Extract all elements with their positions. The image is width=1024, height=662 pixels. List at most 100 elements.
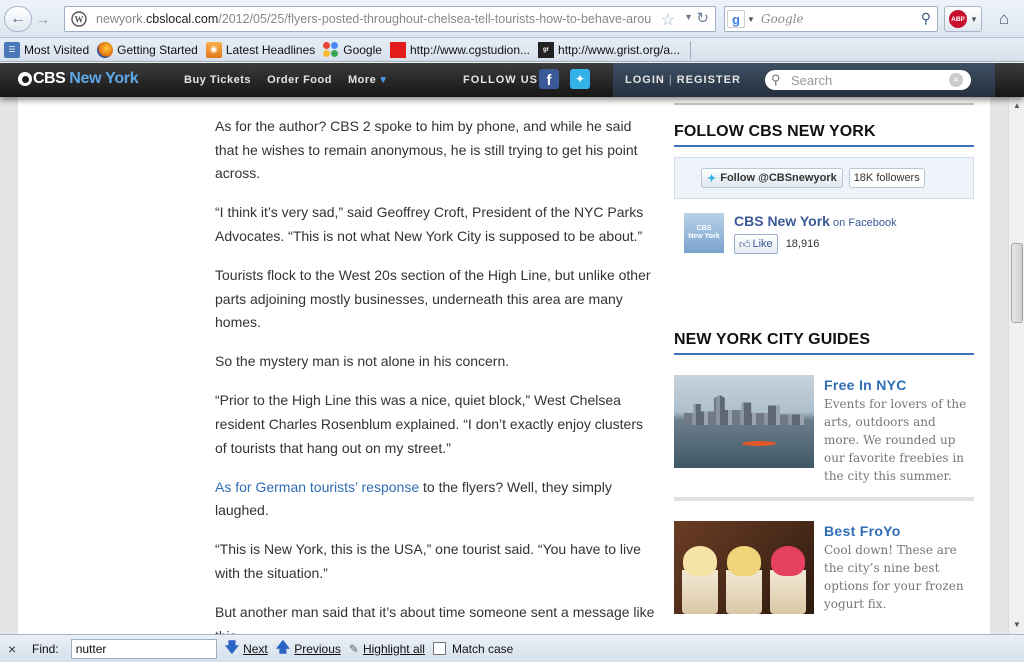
article-paragraph: As for the author? CBS 2 spoke to him by…: [215, 118, 638, 182]
url-history-dropdown-icon[interactable]: ▼: [684, 12, 693, 22]
find-previous-button[interactable]: 🡅 Previous: [276, 637, 341, 661]
bookmark-star-icon[interactable]: ☆: [661, 10, 675, 30]
bookmark-google[interactable]: Google: [323, 41, 382, 58]
checkbox-unchecked[interactable]: [432, 642, 446, 655]
nav-order-food[interactable]: Order Food: [267, 74, 332, 86]
firefox-icon: [97, 41, 114, 58]
guide-title-link[interactable]: Best FroYo: [824, 523, 974, 539]
article-paragraph: “This is New York, this is the USA,” one…: [215, 541, 641, 581]
twitter-follower-count: 18K followers: [848, 168, 925, 188]
forward-arrow-icon: →: [36, 11, 50, 27]
scroll-up-arrow-icon[interactable]: ▲: [1011, 101, 1023, 113]
back-arrow-icon: ←: [10, 10, 26, 27]
search-icon[interactable]: ⚲: [921, 10, 931, 27]
follow-us-label: FOLLOW US: [463, 74, 538, 86]
follow-section-title: FOLLOW CBS NEW YORK: [674, 123, 974, 147]
fb-like-count: 18,916: [785, 238, 820, 250]
article-body: As for the author? CBS 2 spoke to him by…: [215, 115, 655, 634]
home-button[interactable]: ⌂: [990, 7, 1018, 31]
article-paragraph: Tourists flock to the West 20s section o…: [215, 266, 651, 331]
find-bar: × Find: 🡇Next 🡅Previous ✎Highlight all M…: [0, 634, 1024, 662]
register-link[interactable]: REGISTER: [677, 74, 741, 86]
site-search-input[interactable]: ⚲ Search ×: [765, 70, 971, 90]
guide-thumbnail[interactable]: [674, 521, 814, 614]
article-paragraph: “I think it’s very sad,” said Geoffrey C…: [215, 204, 644, 244]
cbs-new-york-logo[interactable]: CBS New York: [18, 70, 139, 88]
account-zone: LOGIN | REGISTER ⚲ Search ×: [613, 63, 995, 97]
page-scrollbar[interactable]: ▲ ▼: [1008, 63, 1024, 634]
arrow-up-icon: 🡅: [275, 638, 291, 655]
login-link[interactable]: LOGIN: [625, 74, 665, 86]
twitter-follow-button[interactable]: ✦ Follow @CBSnewyork: [701, 168, 843, 188]
bookmark-latest-headlines[interactable]: ◉ Latest Headlines: [205, 41, 315, 58]
facebook-like-box: CBS New York CBS New York on Facebook 👍︎ L…: [674, 213, 974, 254]
adblock-button[interactable]: ABP ▼: [944, 6, 982, 32]
site-nav: Buy Tickets Order Food More ▼: [184, 74, 405, 86]
fb-on-facebook-link[interactable]: on Facebook: [830, 217, 897, 229]
article-paragraph: So the mystery man is not alone in his c…: [215, 353, 510, 370]
bookmark-grist[interactable]: gr http://www.grist.org/a...: [538, 41, 680, 58]
browser-search-input[interactable]: Google: [761, 12, 804, 26]
guide-title-link[interactable]: Free In NYC: [824, 377, 974, 393]
highlight-all-button[interactable]: ✎ Highlight all: [349, 642, 425, 656]
browser-search-box[interactable]: g ▼ Google ⚲: [724, 6, 938, 32]
fb-like-button[interactable]: 👍︎ Like: [734, 234, 778, 254]
search-icon: ⚲: [771, 72, 781, 87]
bookmarks-bar: ☰ Most Visited Getting Started ◉ Latest He…: [0, 38, 1024, 62]
find-input[interactable]: [70, 638, 217, 659]
scrollbar-thumb[interactable]: [1011, 243, 1023, 323]
bookmark-cgstudio[interactable]: http://www.cgstudion...: [389, 41, 530, 58]
facebook-icon[interactable]: f: [539, 69, 559, 89]
nav-buy-tickets[interactable]: Buy Tickets: [184, 74, 251, 86]
search-engine-selector[interactable]: g ▼: [727, 9, 757, 29]
login-separator: |: [668, 74, 673, 86]
guide-description: Events for lovers of the arts, outdoors …: [824, 397, 967, 483]
twitter-icon[interactable]: ✦: [570, 69, 590, 89]
bookmark-most-visited[interactable]: ☰ Most Visited: [4, 41, 89, 58]
guide-divider: [674, 497, 974, 501]
clear-search-icon[interactable]: ×: [949, 73, 963, 87]
page-viewport: As for the author? CBS 2 spoke to him by…: [0, 97, 1008, 634]
nav-more[interactable]: More ▼: [348, 74, 389, 86]
guide-description: Cool down! These are the city’s nine bes…: [824, 543, 964, 611]
url-text[interactable]: newyork.cbslocal.com/2012/05/25/flyers-p…: [96, 12, 652, 26]
page-body: As for the author? CBS 2 spoke to him by…: [18, 97, 990, 634]
grist-icon: gr: [538, 41, 555, 58]
red-square-icon: [389, 41, 406, 58]
twitter-bird-icon: ✦: [707, 172, 717, 185]
article-paragraph: As for German tourists’ response to the …: [215, 478, 612, 519]
highlighter-icon: ✎: [348, 641, 359, 656]
find-label: Find:: [32, 641, 59, 656]
find-next-button[interactable]: 🡇 Next: [225, 637, 268, 661]
cbs-new-york-fb-avatar[interactable]: CBS New York: [684, 213, 724, 253]
arrow-down-icon: 🡇: [224, 638, 240, 655]
svg-text:W: W: [75, 15, 84, 25]
forward-button[interactable]: →: [32, 6, 54, 32]
guide-free-in-nyc[interactable]: Free In NYC Events for lovers of the art…: [674, 375, 974, 495]
cbs-eye-icon: [18, 72, 32, 86]
rss-feed-icon: ◉: [205, 41, 222, 58]
chevron-down-icon: ▼: [378, 75, 389, 86]
chevron-down-icon: ▼: [747, 14, 755, 24]
chevron-down-icon: ▼: [970, 14, 978, 24]
site-header: CBS New York Buy Tickets Order Food More…: [0, 63, 1024, 97]
close-icon[interactable]: ×: [8, 641, 22, 657]
guide-thumbnail[interactable]: [674, 375, 814, 468]
adblock-plus-icon: ABP: [949, 10, 967, 28]
back-button[interactable]: ←: [4, 6, 32, 32]
fb-page-link[interactable]: CBS New York: [734, 213, 830, 229]
google-bookmark-icon: [323, 41, 339, 58]
thumbs-up-icon: 👍︎: [739, 238, 751, 251]
match-case-checkbox[interactable]: Match case: [432, 642, 513, 656]
wordpress-site-icon: W: [68, 8, 90, 30]
scroll-down-arrow-icon[interactable]: ▼: [1011, 620, 1023, 632]
browser-toolbar: ← → W newyork.cbslocal.com/2012/05/25/fl…: [0, 0, 1024, 38]
url-bar[interactable]: W newyork.cbslocal.com/2012/05/25/flyers…: [64, 6, 716, 32]
reload-icon[interactable]: ↻: [696, 9, 709, 27]
sidebar-previous-module-edge: [674, 97, 974, 105]
bookmark-getting-started[interactable]: Getting Started: [97, 41, 198, 58]
google-icon: g: [727, 10, 745, 28]
guide-best-froyo[interactable]: Best FroYo Cool down! These are the city…: [674, 521, 974, 634]
twitter-follow-box: ✦ Follow @CBSnewyork 18K followers: [674, 157, 974, 199]
german-tourists-link[interactable]: As for German tourists’ response: [215, 479, 419, 495]
